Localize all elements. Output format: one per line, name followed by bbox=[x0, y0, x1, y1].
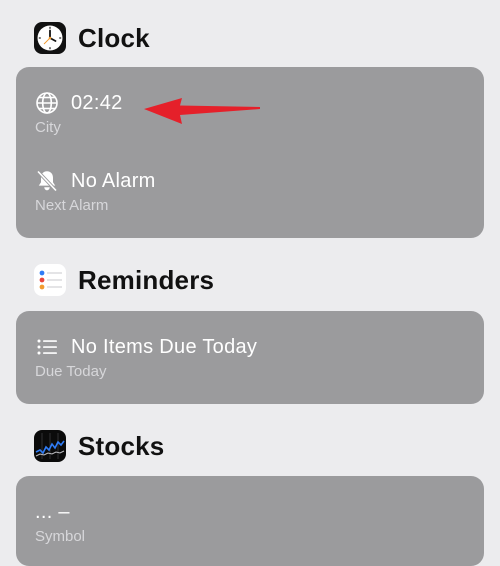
stocks-section-title: Stocks bbox=[78, 430, 165, 461]
reminders-due-value: No Items Due Today bbox=[71, 335, 258, 358]
clock-city-label: City bbox=[35, 119, 61, 136]
stocks-app-icon bbox=[34, 430, 66, 462]
stocks-section-header: Stocks bbox=[34, 430, 164, 462]
list-icon bbox=[37, 339, 57, 355]
stocks-symbol-value: ... – bbox=[35, 500, 70, 523]
clock-section-title: Clock bbox=[78, 22, 150, 53]
reminders-due-label: Due Today bbox=[35, 363, 107, 380]
clock-alarm-label: Next Alarm bbox=[35, 197, 109, 214]
clock-city-row[interactable]: 02:42 City bbox=[35, 89, 123, 137]
clock-app-icon bbox=[34, 22, 66, 54]
reminders-app-icon bbox=[34, 264, 66, 296]
clock-city-time: 02:42 bbox=[71, 91, 123, 114]
annotation-arrow-icon bbox=[144, 98, 260, 124]
clock-section-header: Clock bbox=[34, 22, 150, 54]
globe-icon bbox=[36, 92, 58, 114]
stocks-symbol-label: Symbol bbox=[35, 528, 86, 545]
clock-alarm-row[interactable]: No Alarm Next Alarm bbox=[35, 167, 156, 215]
reminders-section-title: Reminders bbox=[78, 264, 215, 295]
bell-slash-icon bbox=[36, 170, 58, 192]
reminders-card[interactable]: No Items Due Today Due Today bbox=[16, 311, 484, 404]
stocks-card[interactable]: ... – Symbol bbox=[16, 476, 484, 566]
reminders-due-row[interactable]: No Items Due Today Due Today bbox=[35, 333, 258, 381]
stocks-symbol-row[interactable]: ... – Symbol bbox=[35, 498, 86, 546]
clock-alarm-value: No Alarm bbox=[71, 169, 156, 192]
reminders-section-header: Reminders bbox=[34, 264, 214, 296]
